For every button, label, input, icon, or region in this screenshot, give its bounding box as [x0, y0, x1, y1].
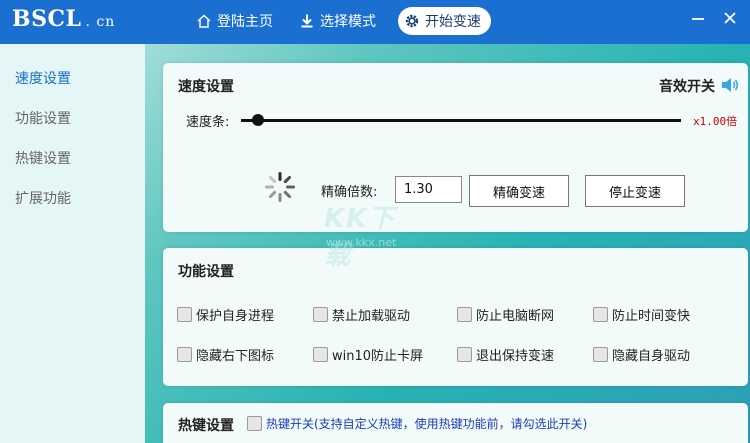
speed-panel-title: 速度设置 — [178, 79, 234, 95]
gear-icon — [405, 14, 419, 28]
sidebar-item-hotkeys[interactable]: 热键设置 — [15, 148, 71, 168]
checkbox-box[interactable] — [593, 347, 608, 362]
checkbox-box[interactable] — [457, 307, 472, 322]
hotkey-toggle-label: 热键开关(支持自定义热键，使用热键功能前，请勾选此开关) — [266, 417, 588, 431]
app-logo: BSCL. cn — [12, 6, 115, 32]
precise-multiplier-input[interactable]: 1.30 — [395, 176, 462, 203]
precise-multiplier-label: 精确倍数: — [321, 185, 378, 200]
speed-panel: 速度设置 音效开关 速度条: x1.00倍 精确倍数: 1.30 精确变速 停止… — [163, 63, 748, 232]
checkbox-label: win10防止卡屏 — [332, 349, 424, 364]
sound-toggle-label[interactable]: 音效开关 — [659, 76, 715, 96]
hotkey-panel-title: 热键设置 — [178, 418, 234, 434]
logo-domain: . cn — [85, 14, 116, 30]
checkbox-label: 隐藏自身驱动 — [612, 349, 691, 364]
nav-start-speed-label: 开始变速 — [425, 14, 481, 30]
nav-select-mode[interactable]: 选择模式 — [291, 7, 384, 35]
minimize-icon[interactable] — [690, 10, 706, 26]
speed-multiplier-readout: x1.00倍 — [693, 115, 738, 128]
checkbox-box[interactable] — [313, 347, 328, 362]
nav-select-mode-label: 选择模式 — [320, 14, 376, 30]
speed-slider-track[interactable] — [241, 119, 681, 122]
checkbox-label: 退出保持变速 — [476, 349, 555, 364]
checkbox-box[interactable] — [177, 307, 192, 322]
nav-start-speed[interactable]: 开始变速 — [398, 7, 491, 35]
nav-home-label: 登陆主页 — [217, 14, 273, 30]
checkbox-hide-tray-icon[interactable]: 隐藏右下图标 — [177, 345, 274, 364]
checkbox-label: 防止时间变快 — [612, 309, 691, 324]
logo-main: BSCL — [12, 6, 82, 32]
speed-slider-handle[interactable] — [252, 114, 264, 126]
checkbox-prevent-disconnect[interactable]: 防止电脑断网 — [457, 305, 554, 324]
speaker-icon[interactable] — [720, 75, 740, 95]
top-bar: BSCL. cn 登陆主页 选择模式 开始变速 — [0, 0, 750, 44]
checkbox-keep-speed-on-exit[interactable]: 退出保持变速 — [457, 345, 554, 364]
checkbox-block-driver[interactable]: 禁止加载驱动 — [313, 305, 410, 324]
checkbox-win10-no-freeze[interactable]: win10防止卡屏 — [313, 345, 423, 364]
hotkey-panel: 热键设置 热键开关(支持自定义热键，使用热键功能前，请勾选此开关) — [163, 403, 748, 443]
checkbox-label: 防止电脑断网 — [476, 309, 555, 324]
checkbox-box[interactable] — [593, 307, 608, 322]
sidebar-item-speed[interactable]: 速度设置 — [15, 68, 71, 88]
precise-speed-button[interactable]: 精确变速 — [469, 175, 569, 207]
download-icon — [301, 14, 313, 28]
nav-home[interactable]: 登陆主页 — [188, 7, 281, 35]
checkbox-hide-driver[interactable]: 隐藏自身驱动 — [593, 345, 690, 364]
stop-speed-button[interactable]: 停止变速 — [585, 175, 685, 207]
checkbox-label: 禁止加载驱动 — [332, 309, 411, 324]
checkbox-box[interactable] — [177, 347, 192, 362]
checkbox-hotkey-toggle[interactable]: 热键开关(支持自定义热键，使用热键功能前，请勾选此开关) — [247, 415, 587, 432]
checkbox-box[interactable] — [313, 307, 328, 322]
close-icon[interactable] — [722, 10, 738, 26]
checkbox-protect-process[interactable]: 保护自身进程 — [177, 305, 274, 324]
features-panel-title: 功能设置 — [178, 264, 234, 280]
checkbox-label: 隐藏右下图标 — [196, 349, 275, 364]
sidebar-item-features[interactable]: 功能设置 — [15, 108, 71, 128]
checkbox-label: 保护自身进程 — [196, 309, 275, 324]
checkbox-prevent-time-fast[interactable]: 防止时间变快 — [593, 305, 690, 324]
home-icon — [197, 14, 211, 28]
speed-slider-label: 速度条: — [186, 115, 230, 130]
features-panel: 功能设置 保护自身进程 禁止加载驱动 防止电脑断网 防止时间变快 隐藏右下图标 … — [163, 248, 748, 386]
loading-spinner-icon — [265, 172, 295, 202]
sidebar: 速度设置 功能设置 热键设置 扩展功能 — [0, 44, 145, 443]
checkbox-box[interactable] — [247, 416, 262, 431]
checkbox-box[interactable] — [457, 347, 472, 362]
sidebar-item-extensions[interactable]: 扩展功能 — [15, 188, 71, 208]
